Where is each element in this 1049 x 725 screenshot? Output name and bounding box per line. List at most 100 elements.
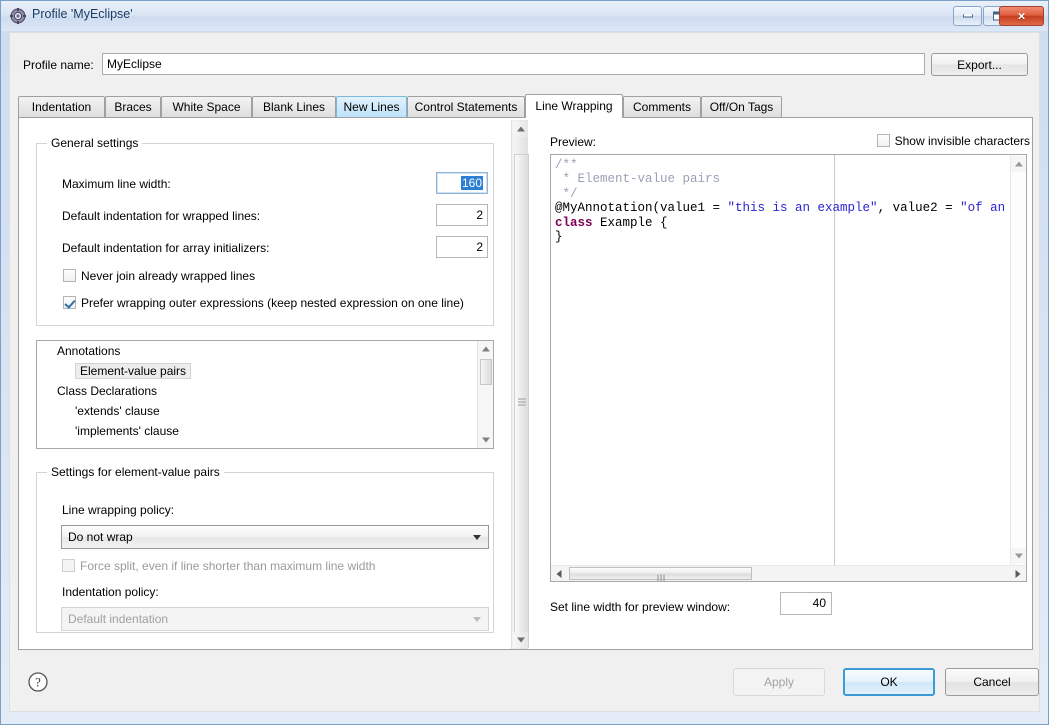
scrollbar-grip-icon [517, 397, 526, 406]
scroll-down-arrow-icon[interactable] [1011, 548, 1026, 564]
tab-comments[interactable]: Comments [623, 96, 701, 117]
scroll-left-arrow-icon[interactable] [551, 566, 567, 581]
tab-indentation[interactable]: Indentation [18, 96, 105, 117]
preview-code-area[interactable]: /** * Element-value pairs */ @MyAnnotati… [550, 154, 1027, 582]
tab-strip: Indentation Braces White Space Blank Lin… [18, 94, 1033, 118]
max-line-width-label: Maximum line width: [62, 177, 171, 191]
profile-name-label: Profile name: [23, 58, 94, 72]
list-item-label: 'implements' clause [75, 424, 179, 438]
svg-text:?: ? [35, 676, 41, 690]
array-initializers-indent-value: 2 [476, 240, 483, 254]
eclipse-gear-icon [10, 8, 26, 24]
prefer-wrapping-outer-checkbox[interactable]: Prefer wrapping outer expressions (keep … [63, 296, 464, 310]
preview-line-width-label: Set line width for preview window: [550, 600, 731, 614]
list-item[interactable]: 'implements' clause [37, 421, 493, 441]
general-settings-legend: General settings [51, 136, 139, 150]
profile-name-input[interactable] [102, 53, 925, 75]
apply-button[interactable]: Apply [733, 668, 825, 696]
line-wrapping-options-pane: General settings Maximum line width: 160… [19, 118, 509, 649]
scroll-up-arrow-icon[interactable] [478, 341, 493, 357]
prefer-wrapping-outer-label: Prefer wrapping outer expressions (keep … [81, 296, 464, 310]
line-wrapping-policy-select[interactable]: Do not wrap [61, 525, 489, 549]
list-item-label: 'extends' clause [75, 404, 160, 418]
list-item-label: Class Declarations [57, 384, 158, 398]
question-mark-icon[interactable]: ? [27, 671, 49, 693]
scroll-down-arrow-icon[interactable] [513, 632, 528, 648]
preview-horizontal-scrollbar[interactable] [551, 565, 1026, 581]
close-button[interactable]: × [999, 6, 1044, 26]
profile-name-row: Profile name: Export... [10, 33, 1039, 76]
tab-blank-lines[interactable]: Blank Lines [252, 96, 336, 117]
checkbox-unchecked-icon [63, 269, 76, 282]
line-wrapping-elements-list[interactable]: Annotations Element-value pairs Class De… [36, 340, 494, 449]
wrapped-lines-indent-value: 2 [476, 208, 483, 222]
scroll-up-arrow-icon[interactable] [513, 121, 528, 137]
max-line-width-input[interactable]: 160 [436, 172, 488, 194]
force-split-label: Force split, even if line shorter than m… [80, 559, 376, 573]
list-item[interactable]: Class Declarations [37, 381, 493, 401]
close-icon: × [1017, 8, 1026, 24]
tab-braces[interactable]: Braces [105, 96, 161, 117]
preview-label: Preview: [550, 135, 597, 149]
general-settings-group: General settings Maximum line width: 160… [36, 136, 494, 326]
show-invisible-characters-checkbox[interactable]: Show invisible characters [876, 134, 1030, 148]
scrollbar-track[interactable] [513, 137, 529, 648]
array-initializers-indent-input[interactable]: 2 [436, 236, 488, 258]
list-item[interactable]: Annotations [37, 341, 493, 361]
tab-panel-line-wrapping: General settings Maximum line width: 160… [18, 117, 1033, 650]
preview-line-width-value: 40 [812, 596, 826, 610]
cancel-button[interactable]: Cancel [945, 668, 1039, 696]
preview-vertical-scrollbar[interactable] [1010, 155, 1026, 565]
never-join-wrapped-lines-checkbox[interactable]: Never join already wrapped lines [63, 269, 255, 283]
list-item[interactable]: Element-value pairs [37, 361, 493, 381]
title-bar: Profile 'MyEclipse' × [1, 1, 1048, 31]
scrollbar-grip-icon [656, 570, 665, 581]
scrollbar-thumb[interactable] [480, 359, 492, 385]
wrapped-lines-indent-label: Default indentation for wrapped lines: [62, 209, 261, 223]
checkbox-checked-icon [63, 296, 76, 309]
tab-line-wrapping[interactable]: Line Wrapping [525, 94, 623, 118]
tab-off-on-tags[interactable]: Off/On Tags [701, 96, 782, 117]
window-title: Profile 'MyEclipse' [32, 7, 133, 21]
list-item-label: Annotations [57, 344, 121, 358]
indentation-policy-label: Indentation policy: [62, 585, 159, 599]
preview-line-width-input[interactable]: 40 [780, 592, 832, 615]
ok-button[interactable]: OK [843, 668, 935, 696]
force-split-checkbox[interactable]: Force split, even if line shorter than m… [62, 559, 375, 573]
line-wrapping-policy-label: Line wrapping policy: [62, 503, 175, 517]
preview-code-text: /** * Element-value pairs */ @MyAnnotati… [555, 158, 1026, 245]
list-item-label: Element-value pairs [75, 363, 192, 379]
tab-white-space[interactable]: White Space [161, 96, 252, 117]
checkbox-unchecked-icon [876, 134, 890, 147]
array-initializers-indent-label: Default indentation for array initialize… [62, 241, 270, 255]
minimize-icon [962, 14, 973, 18]
show-invisible-characters-label: Show invisible characters [894, 134, 1030, 148]
chevron-down-icon [473, 535, 481, 540]
never-join-wrapped-lines-label: Never join already wrapped lines [81, 269, 256, 283]
indentation-policy-value: Default indentation [68, 612, 169, 626]
scrollbar-thumb[interactable] [514, 154, 529, 648]
preview-pane: Preview: Show invisible characters /** *… [531, 118, 1034, 649]
scroll-right-arrow-icon[interactable] [1010, 566, 1026, 581]
options-pane-scrollbar[interactable] [511, 120, 529, 649]
wrapped-lines-indent-input[interactable]: 2 [436, 204, 488, 226]
checkbox-unchecked-icon [62, 559, 75, 572]
scroll-down-arrow-icon[interactable] [478, 432, 493, 448]
dialog-footer: ? Apply OK Cancel [9, 657, 1040, 712]
element-settings-legend: Settings for element-value pairs [51, 465, 220, 479]
dialog-window: Profile 'MyEclipse' × Profile name: Expo… [0, 0, 1049, 725]
export-button[interactable]: Export... [931, 53, 1028, 76]
list-item[interactable]: 'extends' clause [37, 401, 493, 421]
scroll-up-arrow-icon[interactable] [1011, 156, 1026, 172]
dialog-body: Profile name: Export... Indentation Brac… [9, 32, 1040, 657]
minimize-button[interactable] [953, 6, 982, 26]
tab-new-lines[interactable]: New Lines [336, 96, 407, 117]
line-wrapping-policy-value: Do not wrap [68, 530, 133, 544]
list-vertical-scrollbar[interactable] [477, 341, 493, 448]
chevron-down-icon [473, 617, 481, 622]
tab-control-statements[interactable]: Control Statements [407, 96, 525, 117]
max-line-width-value: 160 [460, 176, 483, 190]
scrollbar-thumb[interactable] [569, 567, 752, 581]
element-settings-group: Settings for element-value pairs Line wr… [36, 465, 494, 633]
indentation-policy-select[interactable]: Default indentation [61, 607, 489, 631]
